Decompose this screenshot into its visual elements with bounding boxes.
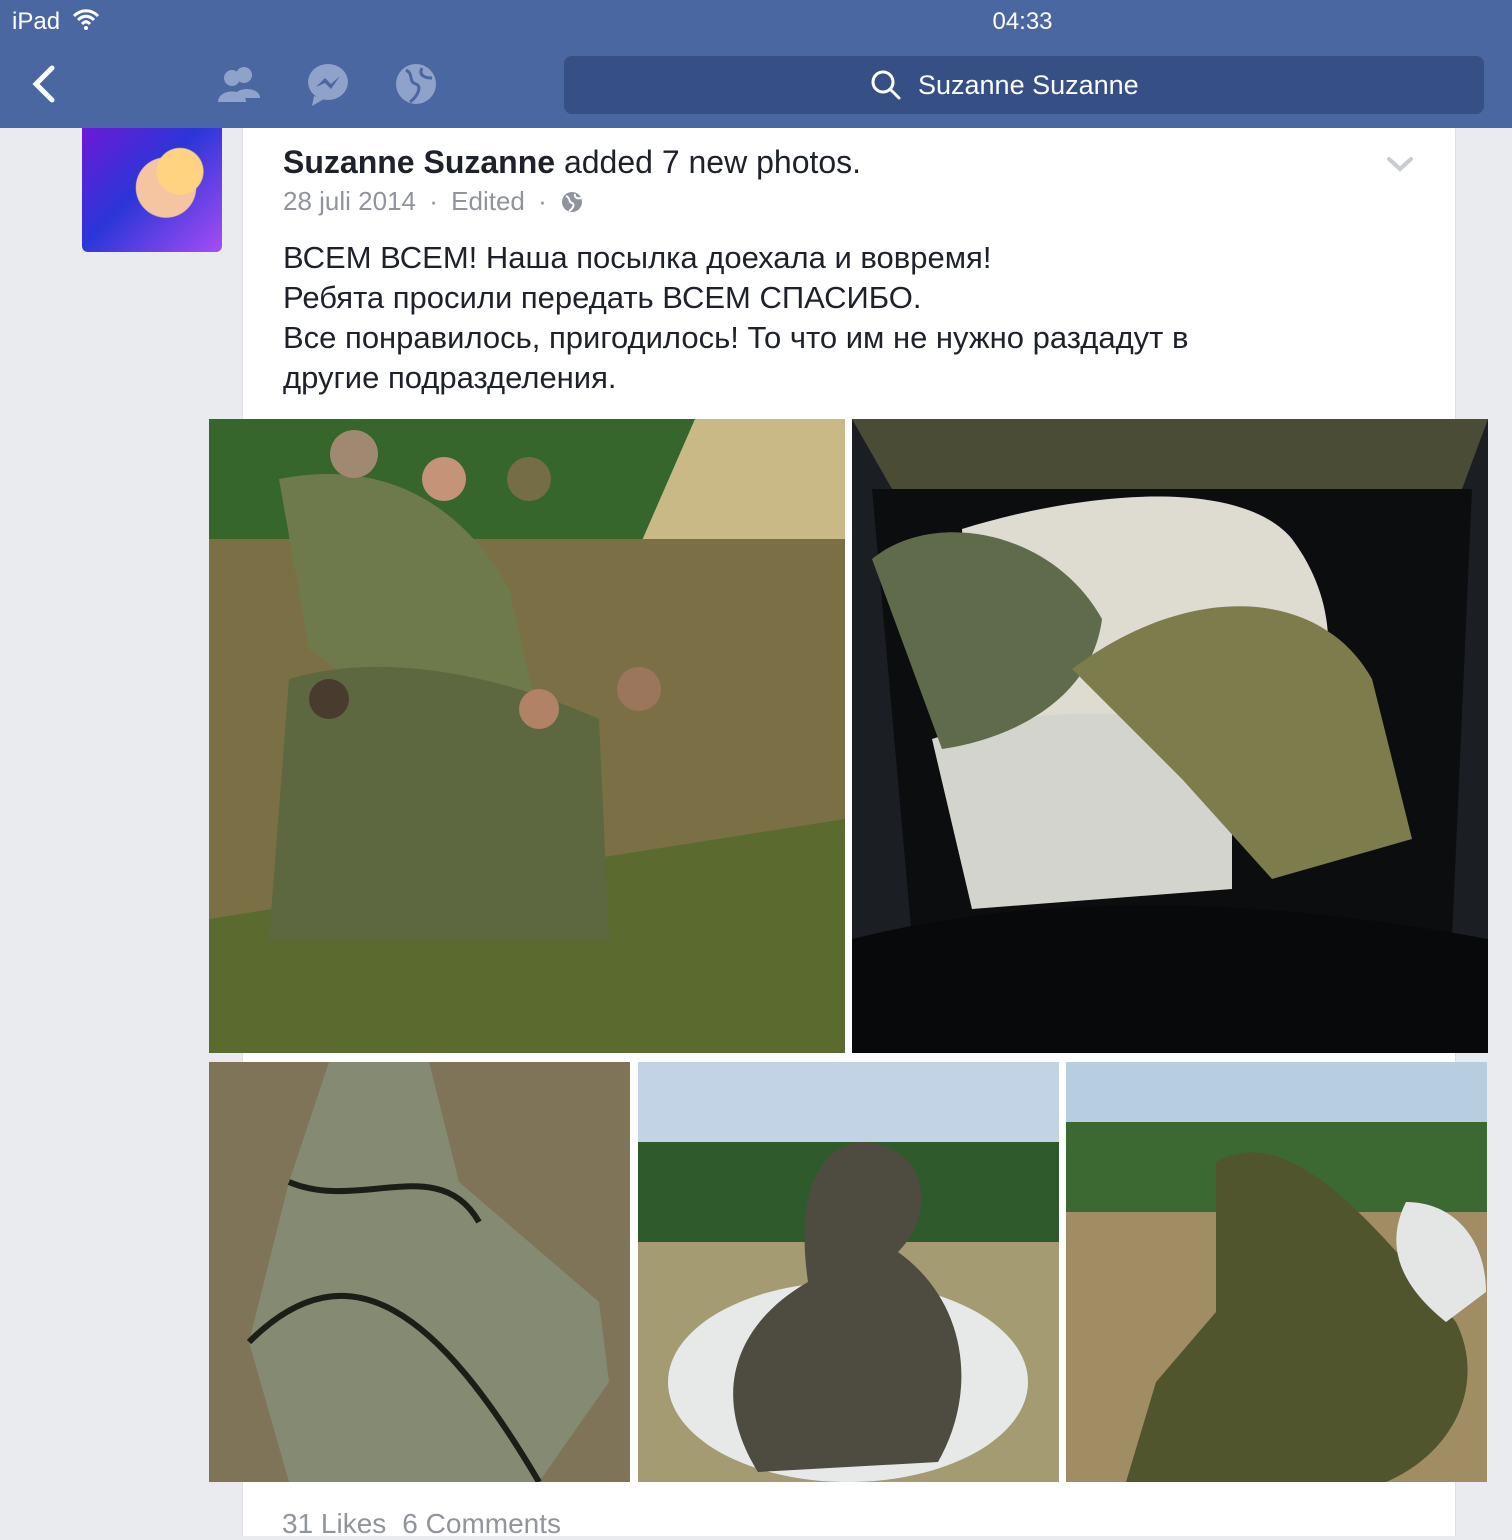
post-footer: 31 Likes 6 Comments — [282, 1508, 561, 1540]
friends-icon[interactable] — [214, 60, 262, 108]
chevron-down-icon[interactable] — [1385, 152, 1415, 176]
photo-soldiers[interactable] — [209, 419, 845, 1053]
edited-label[interactable]: Edited — [451, 186, 525, 216]
post-line: другие подразделения. — [283, 360, 617, 395]
clock: 04:33 — [992, 8, 1053, 35]
post-body: ВСЕМ ВСЕМ! Наша посылка доехала и воврем… — [283, 238, 1343, 398]
profile-avatar[interactable] — [82, 128, 222, 252]
navigation-bar: Suzanne Suzanne — [0, 42, 1512, 128]
public-globe-icon — [562, 192, 583, 212]
post-header: Suzanne Suzanne added 7 new photos. — [283, 144, 861, 181]
messages-icon[interactable] — [304, 60, 352, 108]
photo-gear-pile[interactable] — [638, 1062, 1059, 1482]
search-icon — [871, 70, 901, 100]
photo-armor-plate[interactable] — [209, 1062, 630, 1482]
post-line: ВСЕМ ВСЕМ! Наша посылка доехала и воврем… — [283, 240, 992, 275]
left-rail — [0, 128, 242, 1536]
post-action: added 7 new photos. — [555, 144, 862, 180]
status-bar: iPad 04:33 — [0, 0, 1512, 42]
back-icon[interactable] — [24, 60, 72, 108]
post-line: Все понравилось, пригодилось! То что им … — [283, 320, 1189, 355]
search-input[interactable]: Suzanne Suzanne — [564, 56, 1484, 114]
globe-icon[interactable] — [392, 60, 440, 108]
post-meta: 28 juli 2014 · Edited · — [283, 186, 584, 217]
comments-count[interactable]: 6 Comments — [402, 1508, 561, 1539]
photo-duffel-bag[interactable] — [1066, 1062, 1487, 1482]
author-name[interactable]: Suzanne Suzanne — [283, 144, 555, 180]
post-line: Ребята просили передать ВСЕМ СПАСИБО. — [283, 280, 922, 315]
photo-car-trunk[interactable] — [852, 419, 1488, 1053]
post-date[interactable]: 28 juli 2014 — [283, 186, 416, 216]
search-query: Suzanne Suzanne — [918, 70, 1139, 100]
likes-count[interactable]: 31 Likes — [282, 1508, 386, 1539]
